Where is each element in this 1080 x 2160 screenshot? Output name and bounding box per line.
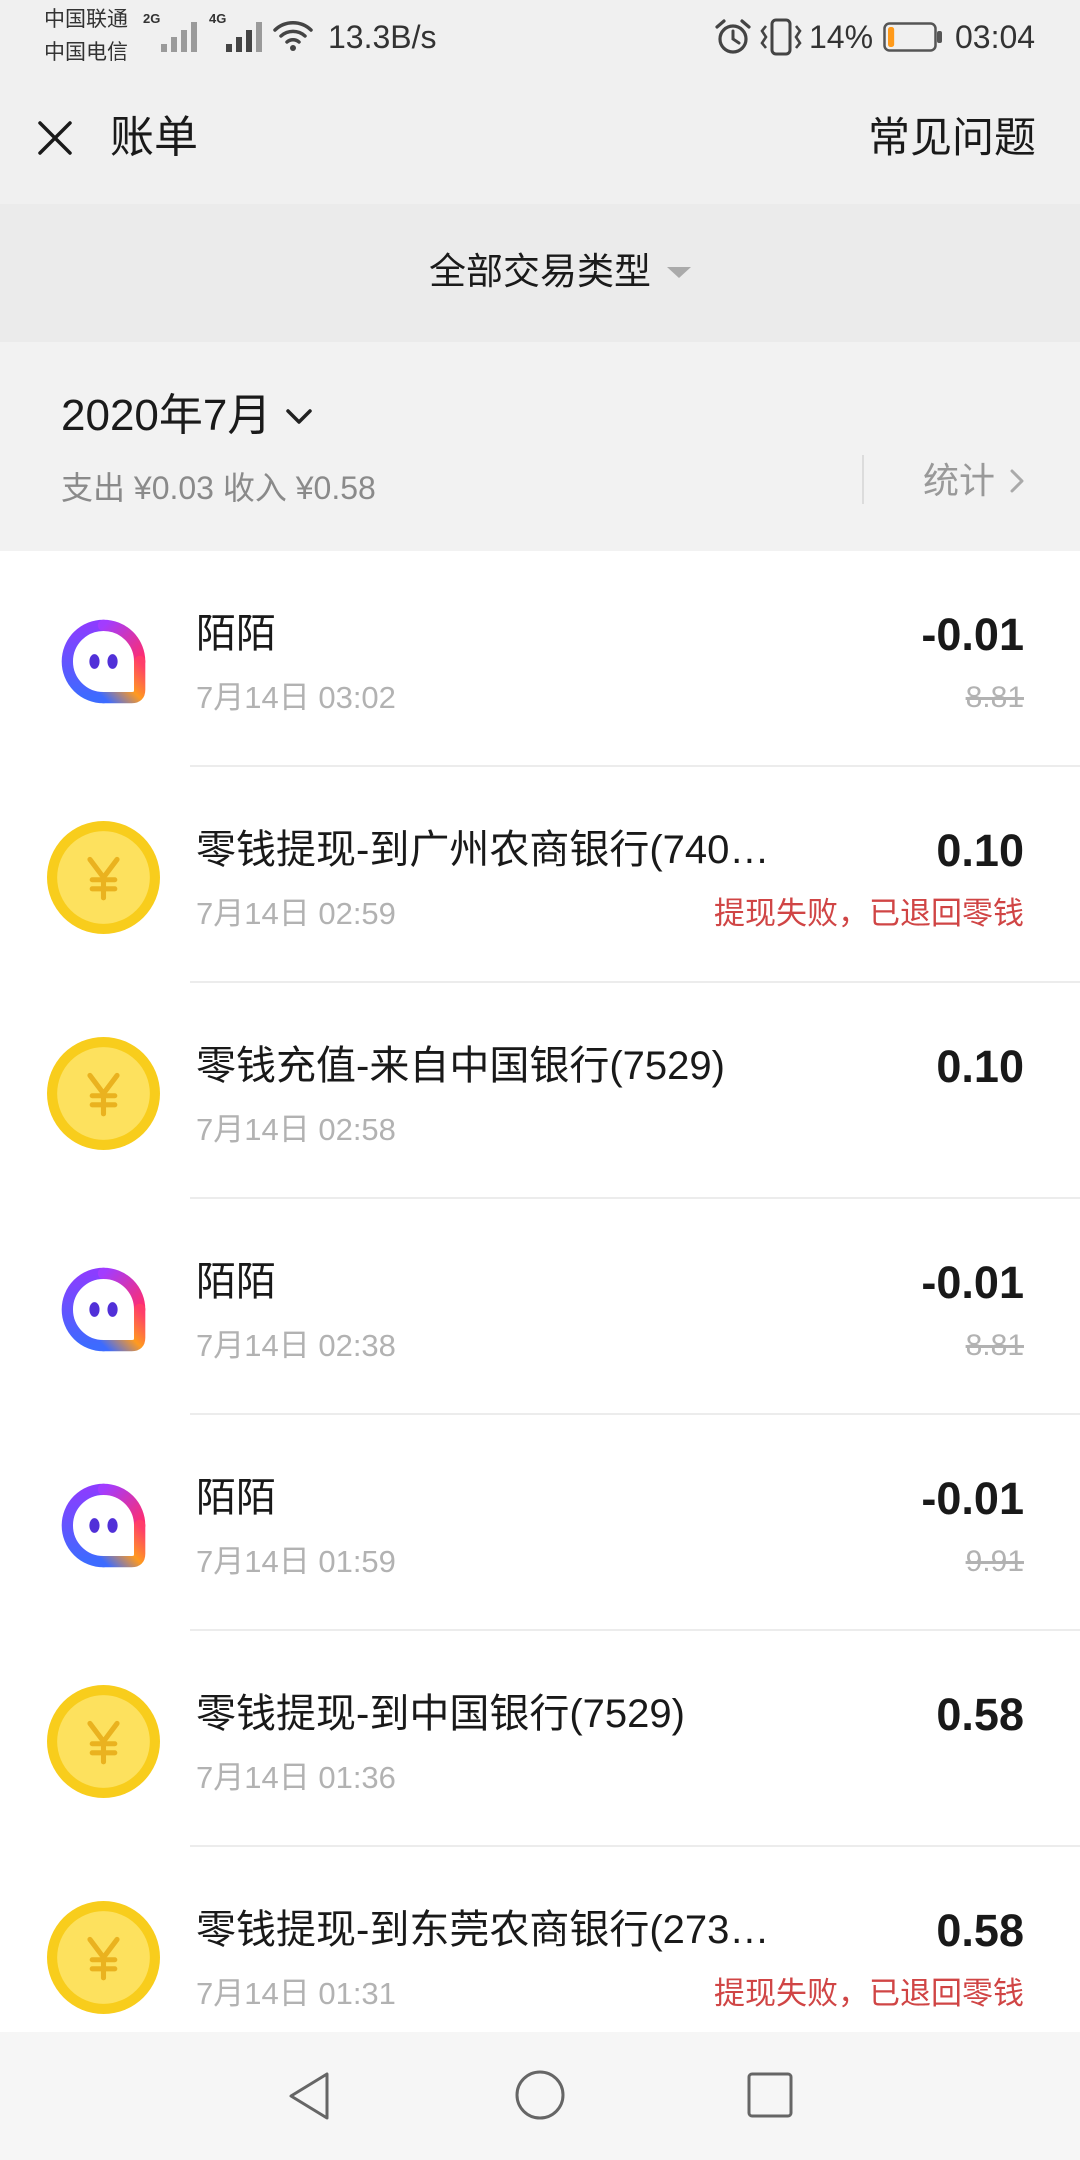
transaction-time: 7月14日 02:38 bbox=[196, 1328, 396, 1363]
stats-button[interactable]: 统计 bbox=[923, 459, 1027, 503]
recents-icon[interactable] bbox=[746, 2071, 794, 2119]
transaction-amount: -0.01 bbox=[921, 1473, 1024, 1524]
transaction-title: 零钱提现-到广州农商银行(740… bbox=[196, 828, 770, 872]
month-summary-section: 2020年7月 支出 ¥0.03 收入 ¥0.58 统计 bbox=[0, 342, 1080, 551]
back-icon[interactable] bbox=[285, 2069, 333, 2123]
transaction-amount: -0.01 bbox=[921, 1257, 1024, 1308]
signal-icon bbox=[161, 20, 197, 52]
coin-icon bbox=[47, 1685, 160, 1798]
divider bbox=[862, 455, 864, 504]
chevron-down-icon bbox=[285, 407, 313, 426]
transaction-row[interactable]: 零钱提现-到中国银行(7529) 7月14日 01:36 0.58 bbox=[0, 1631, 1080, 1847]
momo-icon bbox=[47, 1469, 160, 1582]
transaction-row[interactable]: 陌陌 7月14日 03:02 -0.01 8.81 bbox=[0, 551, 1080, 767]
transaction-time: 7月14日 02:58 bbox=[196, 1112, 396, 1147]
vibrate-icon bbox=[759, 18, 803, 56]
carrier-label-1: 中国联通 bbox=[44, 8, 128, 31]
transaction-amount: 0.58 bbox=[936, 1689, 1024, 1740]
transaction-time: 7月14日 03:02 bbox=[196, 680, 396, 715]
system-nav-bar bbox=[0, 2032, 1080, 2160]
app-header: 账单 常见问题 bbox=[0, 76, 1080, 204]
transaction-type-dropdown[interactable]: 全部交易类型 bbox=[429, 250, 691, 294]
close-icon[interactable] bbox=[33, 116, 77, 160]
transaction-row[interactable]: 陌陌 7月14日 01:59 -0.01 9.91 bbox=[0, 1415, 1080, 1631]
status-bar: 中国联通 中国电信 2G 4G 13.3B/s 14% 03:04 bbox=[0, 0, 1080, 76]
home-icon[interactable] bbox=[513, 2068, 567, 2122]
transaction-row[interactable]: 陌陌 7月14日 02:38 -0.01 8.81 bbox=[0, 1199, 1080, 1415]
filter-bar: 全部交易类型 bbox=[0, 204, 1080, 342]
transaction-balance: 8.81 bbox=[965, 681, 1024, 714]
transaction-time: 7月14日 01:31 bbox=[196, 1976, 396, 2011]
month-picker[interactable]: 2020年7月 bbox=[61, 390, 313, 442]
transaction-type-label: 全部交易类型 bbox=[429, 251, 651, 292]
stats-label: 统计 bbox=[923, 460, 996, 501]
month-label: 2020年7月 bbox=[61, 391, 272, 440]
coin-icon bbox=[47, 1901, 160, 2014]
signal-icon bbox=[226, 20, 262, 52]
transaction-amount: 0.10 bbox=[936, 1041, 1024, 1092]
transaction-title: 陌陌 bbox=[196, 1260, 276, 1304]
chevron-right-icon bbox=[1007, 467, 1027, 495]
transaction-row[interactable]: 零钱提现-到广州农商银行(740… 7月14日 02:59 0.10 提现失败，已退回… bbox=[0, 767, 1080, 983]
faq-link[interactable]: 常见问题 bbox=[868, 112, 1036, 164]
transaction-amount: -0.01 bbox=[921, 609, 1024, 660]
transaction-time: 7月14日 01:36 bbox=[196, 1760, 396, 1795]
transaction-balance: 9.91 bbox=[965, 1545, 1024, 1578]
alarm-icon bbox=[714, 18, 752, 56]
transaction-title: 陌陌 bbox=[196, 612, 276, 656]
clock: 03:04 bbox=[955, 19, 1036, 55]
coin-icon bbox=[47, 821, 160, 934]
transaction-row[interactable]: 零钱提现-到东莞农商银行(273… 7月14日 01:31 0.58 提现失败，已退回… bbox=[0, 1847, 1080, 2032]
transaction-title: 零钱提现-到东莞农商银行(273… bbox=[196, 1908, 770, 1952]
transaction-title: 零钱提现-到中国银行(7529) bbox=[196, 1692, 685, 1736]
network-type-label: 2G bbox=[143, 11, 161, 26]
transaction-row[interactable]: 零钱充值-来自中国银行(7529) 7月14日 02:58 0.10 bbox=[0, 983, 1080, 1199]
network-type-label: 4G bbox=[209, 11, 227, 26]
transaction-time: 7月14日 01:59 bbox=[196, 1544, 396, 1579]
transaction-amount: 0.10 bbox=[936, 825, 1024, 876]
transaction-amount: 0.58 bbox=[936, 1905, 1024, 1956]
transaction-status-note: 提现失败，已退回零钱 bbox=[714, 896, 1024, 931]
carrier-label-2: 中国电信 bbox=[44, 41, 128, 64]
wifi-icon bbox=[273, 18, 313, 52]
battery-percent: 14% bbox=[809, 19, 874, 55]
transaction-title: 零钱充值-来自中国银行(7529) bbox=[196, 1044, 725, 1088]
transaction-balance: 8.81 bbox=[965, 1329, 1024, 1362]
coin-icon bbox=[47, 1037, 160, 1150]
transaction-title: 陌陌 bbox=[196, 1476, 276, 1520]
transaction-list[interactable]: 陌陌 7月14日 03:02 -0.01 8.81 零钱提现-到广州农商银行(740…… bbox=[0, 551, 1080, 2032]
transaction-time: 7月14日 02:59 bbox=[196, 896, 396, 931]
caret-down-icon bbox=[667, 267, 691, 278]
month-totals: 支出 ¥0.03 收入 ¥0.58 bbox=[61, 470, 376, 506]
momo-icon bbox=[47, 1253, 160, 1366]
page-title: 账单 bbox=[110, 113, 198, 162]
transaction-status-note: 提现失败，已退回零钱 bbox=[714, 1976, 1024, 2011]
network-speed: 13.3B/s bbox=[328, 19, 437, 55]
momo-icon bbox=[47, 605, 160, 718]
battery-icon bbox=[883, 22, 943, 52]
